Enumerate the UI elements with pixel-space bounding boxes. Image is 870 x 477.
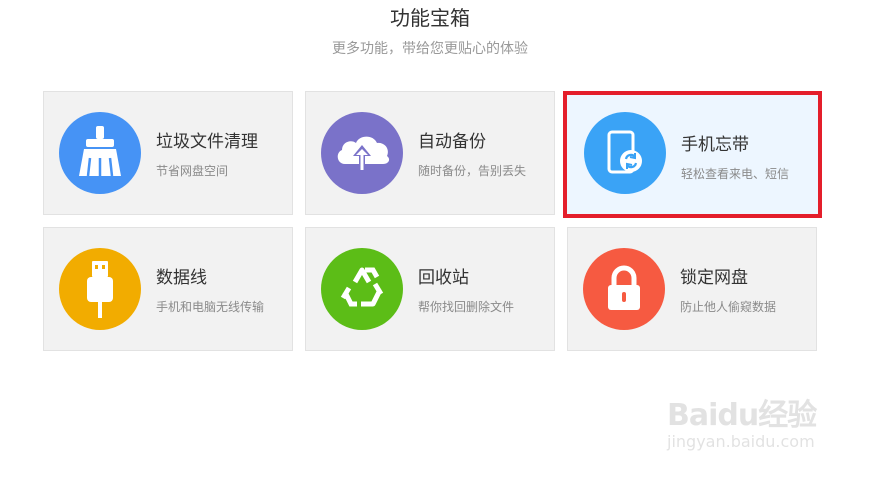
- broom-icon: [59, 112, 141, 194]
- feature-box-page: 功能宝箱 更多功能，带给您更贴心的体验 垃圾文件清理 节省网盘空间 自动备份 随…: [0, 0, 870, 477]
- page-title: 功能宝箱: [390, 6, 470, 30]
- card-description: 随时备份，告别丢失: [418, 164, 527, 178]
- lock-icon: [583, 248, 665, 330]
- card-forgot-phone[interactable]: 手机忘带 轻松查看来电、短信: [563, 91, 822, 218]
- baidu-jingyan-watermark: Baidu经验 jingyan.baidu.com: [665, 382, 845, 462]
- usb-cable-icon: [59, 248, 141, 330]
- recycle-icon: [321, 248, 403, 330]
- card-title: 回收站: [418, 268, 469, 288]
- card-description: 手机和电脑无线传输: [156, 300, 265, 314]
- card-recycle-bin[interactable]: 回收站 帮你找回删除文件: [305, 227, 555, 351]
- cloud-upload-icon: [321, 112, 403, 194]
- card-data-cable[interactable]: 数据线 手机和电脑无线传输: [43, 227, 293, 351]
- watermark-brand: Baidu经验: [667, 398, 817, 433]
- card-description: 防止他人偷窥数据: [680, 300, 777, 314]
- card-title: 锁定网盘: [680, 268, 748, 288]
- card-description: 节省网盘空间: [156, 164, 229, 178]
- phone-sync-icon: [584, 112, 666, 194]
- card-lock-drive[interactable]: 锁定网盘 防止他人偷窥数据: [567, 227, 817, 351]
- card-title: 垃圾文件清理: [156, 132, 258, 152]
- card-description: 帮你找回删除文件: [418, 300, 515, 314]
- card-junk-cleanup[interactable]: 垃圾文件清理 节省网盘空间: [43, 91, 293, 215]
- card-description: 轻松查看来电、短信: [681, 167, 790, 181]
- card-title: 数据线: [156, 268, 207, 288]
- card-title: 自动备份: [418, 132, 486, 152]
- watermark-domain: jingyan.baidu.com: [667, 432, 815, 451]
- page-subtitle: 更多功能，带给您更贴心的体验: [332, 41, 528, 57]
- card-auto-backup[interactable]: 自动备份 随时备份，告别丢失: [305, 91, 555, 215]
- card-title: 手机忘带: [681, 135, 749, 155]
